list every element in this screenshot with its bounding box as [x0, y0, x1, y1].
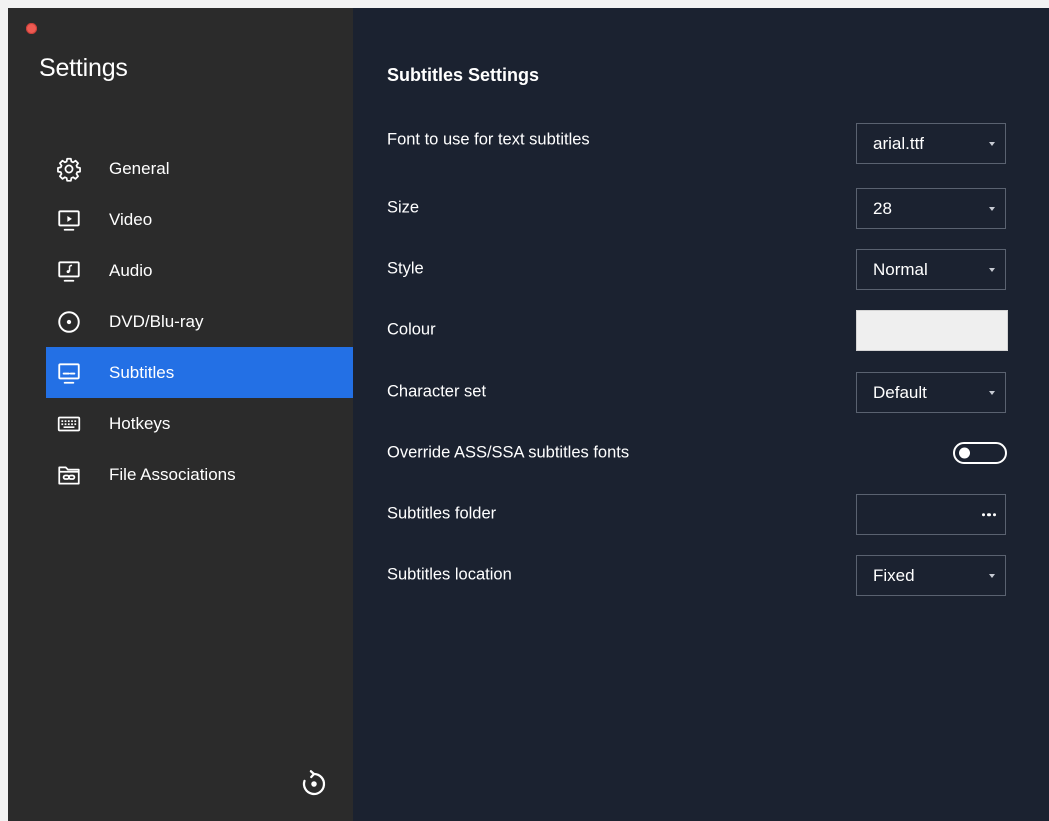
style-label: Style [387, 259, 424, 278]
style-value: Normal [873, 259, 928, 279]
subtitles-folder-field[interactable] [856, 494, 1006, 535]
sidebar-item-label: File Associations [109, 464, 236, 484]
disc-icon [55, 308, 83, 336]
audio-monitor-icon [55, 257, 83, 285]
sidebar-item-audio[interactable]: Audio [46, 245, 353, 296]
keyboard-icon [55, 410, 83, 438]
sidebar-item-label: Subtitles [109, 362, 175, 382]
colour-label: Colour [387, 320, 436, 339]
size-label: Size [387, 198, 420, 217]
font-row: Font to use for text subtitles arial.ttf [353, 123, 1049, 164]
font-label: Font to use for text subtitles [387, 130, 590, 149]
chevron-down-icon [989, 206, 995, 211]
sidebar-item-subtitles[interactable]: Subtitles [46, 347, 353, 398]
main-panel: Subtitles Settings Font to use for text … [353, 8, 1049, 821]
sidebar-item-label: Hotkeys [109, 413, 171, 433]
sidebar-item-hotkeys[interactable]: Hotkeys [46, 398, 353, 449]
sidebar-item-dvd-bluray[interactable]: DVD/Blu-ray [46, 296, 353, 347]
chevron-down-icon [989, 573, 995, 578]
gear-icon [55, 155, 83, 183]
override-fonts-toggle[interactable] [953, 442, 1007, 464]
style-select[interactable]: Normal [856, 249, 1006, 290]
sidebar-item-label: Audio [109, 260, 153, 280]
folder-link-icon [55, 461, 83, 489]
subtitles-icon [55, 359, 83, 387]
close-window-button[interactable] [26, 23, 37, 34]
size-select[interactable]: 28 [856, 188, 1006, 229]
chevron-down-icon [989, 267, 995, 272]
sidebar-title: Settings [39, 54, 128, 82]
sidebar-item-label: General [109, 158, 170, 178]
charset-label: Character set [387, 382, 487, 401]
chevron-down-icon [989, 141, 995, 146]
subtitles-location-label: Subtitles location [387, 565, 512, 584]
chevron-down-icon [989, 390, 995, 395]
reset-icon [299, 769, 329, 799]
reset-button[interactable] [296, 766, 332, 802]
size-row: Size 28 [353, 188, 1049, 229]
toggle-knob [959, 447, 970, 459]
sidebar-item-label: Video [109, 209, 153, 229]
sidebar-item-video[interactable]: Video [46, 194, 353, 245]
charset-select[interactable]: Default [856, 372, 1006, 413]
override-fonts-label: Override ASS/SSA subtitles fonts [387, 443, 630, 462]
subtitles-folder-label: Subtitles folder [387, 504, 497, 523]
font-value: arial.ttf [873, 133, 925, 153]
subtitles-folder-row: Subtitles folder [353, 494, 1049, 535]
colour-row: Colour [353, 310, 1049, 351]
charset-row: Character set Default [353, 372, 1049, 413]
override-fonts-row: Override ASS/SSA subtitles fonts [353, 433, 1049, 473]
sidebar-item-general[interactable]: General [46, 143, 353, 194]
browse-more-icon[interactable] [981, 512, 996, 517]
sidebar: Settings General Video Audio DVD/Blu-ray… [8, 8, 353, 821]
subtitles-location-select[interactable]: Fixed [856, 555, 1006, 596]
sidebar-item-file-associations[interactable]: File Associations [46, 449, 353, 500]
subtitles-location-row: Subtitles location Fixed [353, 555, 1049, 596]
sidebar-nav: General Video Audio DVD/Blu-ray Subtitle… [46, 143, 353, 500]
style-row: Style Normal [353, 249, 1049, 290]
sidebar-item-label: DVD/Blu-ray [109, 311, 204, 331]
font-select[interactable]: arial.ttf [856, 123, 1006, 164]
page-title: Subtitles Settings [387, 65, 540, 85]
video-monitor-icon [55, 206, 83, 234]
colour-swatch[interactable] [856, 310, 1008, 351]
settings-window: Settings General Video Audio DVD/Blu-ray… [8, 8, 1049, 821]
size-value: 28 [873, 198, 892, 218]
subtitles-location-value: Fixed [873, 565, 915, 585]
charset-value: Default [873, 382, 927, 402]
